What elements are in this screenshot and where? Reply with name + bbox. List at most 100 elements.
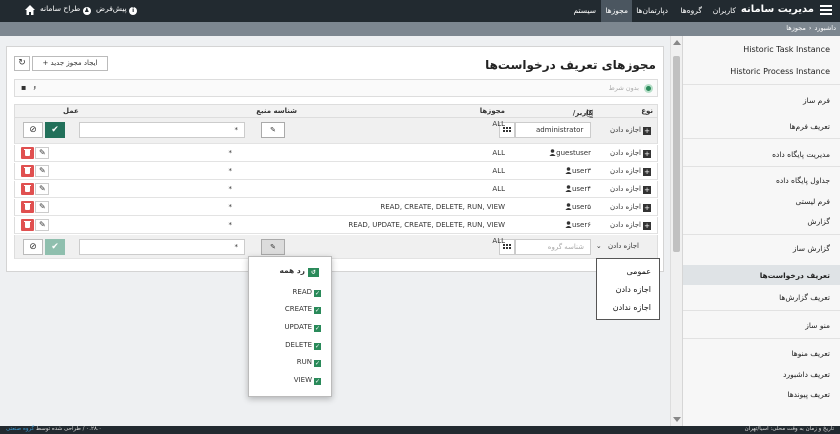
pencil-icon: ✎	[270, 126, 276, 134]
table-row: +اجازه دادن guestuser ALL * ✎	[14, 145, 658, 162]
sidebar-item-historic-task[interactable]: Historic Task Instance	[743, 45, 830, 54]
checkbox-checked-icon[interactable]: ✓	[314, 378, 321, 385]
row-type[interactable]: +اجازه دادن	[610, 126, 651, 135]
expand-icon[interactable]: +	[643, 222, 651, 230]
tab-system[interactable]: سیستم	[570, 0, 601, 22]
pencil-icon: ✎	[39, 184, 46, 193]
app-brand: مدیریت سامانه	[740, 4, 814, 15]
source-input[interactable]: *	[79, 122, 245, 138]
checkbox-checked-icon[interactable]: ✓	[314, 325, 321, 332]
permissions-dropdown: ↺رد همه READ ✓ CREATE ✓ UPDATE ✓ DELETE ✓ RU…	[248, 256, 332, 397]
sidebar-item-menus[interactable]: تعریف منوها	[792, 349, 830, 358]
reject-all-option[interactable]: ↺رد همه	[279, 266, 319, 277]
user-input[interactable]: administrator	[515, 122, 591, 138]
perm-option-read[interactable]: READ ✓	[293, 288, 321, 297]
checkbox-checked-icon[interactable]: ✓	[314, 360, 321, 367]
sidebar-item-report-definitions[interactable]: تعریف گزارش‌ها	[779, 293, 830, 302]
profile-menu[interactable]: i پیش‌فرض	[96, 4, 138, 15]
scroll-down-icon[interactable]	[673, 417, 681, 422]
filter-save[interactable]: ▪ ۶	[21, 83, 36, 92]
sidebar-item-db-manage[interactable]: مدیریت پایگاه داده	[772, 150, 830, 159]
sidebar-item-report-builder[interactable]: گزارش ساز	[793, 244, 830, 253]
expand-icon[interactable]: +	[643, 127, 651, 135]
save-icon: ▪	[21, 83, 27, 92]
row-delete-button[interactable]	[21, 219, 34, 231]
row-user: user۶	[563, 221, 591, 229]
source-input[interactable]: *	[79, 239, 245, 255]
expand-icon[interactable]: +	[643, 186, 651, 194]
row-delete-button[interactable]	[21, 165, 34, 177]
sidebar-scrollbar[interactable]	[670, 36, 682, 426]
perm-option-run[interactable]: RUN ✓	[297, 358, 321, 367]
row-edit-button[interactable]: ✎	[35, 165, 49, 177]
scroll-up-icon[interactable]	[673, 40, 681, 45]
tab-permissions[interactable]: مجوزها	[601, 0, 632, 22]
type-option-deny[interactable]: اجازه ندادن	[613, 303, 651, 312]
sidebar-item-list-form[interactable]: فرم لیستی	[795, 197, 830, 206]
refresh-button[interactable]: ↻	[14, 56, 30, 71]
group-id-input[interactable]: شناسه گروه	[515, 239, 591, 255]
confirm-button[interactable]: ✔	[45, 239, 65, 255]
sidebar-item-db-tables[interactable]: جداول پایگاه داده	[776, 176, 830, 185]
sidebar-divider	[683, 310, 840, 311]
row-edit-button[interactable]: ✎	[35, 183, 49, 195]
user-icon: ♟	[82, 7, 91, 15]
table-row: +اجازه دادن user۶ READ, UPDATE, CREATE, …	[14, 217, 658, 234]
pencil-icon: ✎	[39, 220, 46, 229]
filter-bar[interactable]: بدون شرط ▪ ۶	[14, 79, 658, 97]
sidebar-item-form-builder[interactable]: فرم ساز	[803, 96, 830, 105]
tab-departments[interactable]: دپارتمان‌ها	[632, 0, 672, 22]
cancel-button[interactable]: ⊘	[23, 239, 43, 255]
row-permissions: READ, CREATE, DELETE, RUN, VIEW	[380, 203, 505, 211]
new-permission-button[interactable]: ایجاد مجوز جدید +	[32, 56, 108, 71]
person-icon	[565, 185, 572, 192]
tab-users[interactable]: کاربران	[709, 0, 740, 22]
edit-permissions-button[interactable]: ✎	[261, 239, 285, 255]
breadcrumb-dashboard[interactable]: داشبورد	[815, 24, 837, 32]
perm-option-view[interactable]: VIEW ✓	[294, 376, 321, 385]
cancel-button[interactable]: ⊘	[23, 122, 43, 138]
type-select[interactable]: اجازه دادن ⌄	[596, 242, 639, 250]
filter-condition[interactable]: بدون شرط	[609, 84, 639, 92]
footer-timezone: تاریخ و زمان به وقت محلی: آسیا/تهران	[744, 426, 834, 432]
confirm-button[interactable]: ✔	[45, 122, 65, 138]
sidebar-item-menu-builder[interactable]: منو ساز	[805, 321, 830, 330]
sidebar: Historic Task Instance Historic Process …	[682, 36, 840, 426]
perm-option-delete[interactable]: DELETE ✓	[285, 341, 321, 350]
row-edit-button[interactable]: ✎	[35, 147, 49, 159]
sidebar-item-historic-process[interactable]: Historic Process Instance	[730, 67, 830, 76]
footer-company-link[interactable]: گروه صنعتی	[6, 426, 34, 432]
breadcrumb-bar: داشبورد‹مجوزها	[0, 22, 840, 36]
refresh-icon: ↻	[18, 58, 26, 68]
sidebar-item-links[interactable]: تعریف پیوندها	[787, 390, 830, 399]
sidebar-item-dashboards[interactable]: تعریف داشبورد	[783, 370, 830, 379]
row-edit-button[interactable]: ✎	[35, 201, 49, 213]
hamburger-menu-icon[interactable]	[820, 5, 832, 15]
checkbox-checked-icon[interactable]: ✓	[314, 307, 321, 314]
type-option-public[interactable]: عمومی	[627, 267, 651, 276]
tab-groups[interactable]: گروه‌ها	[676, 0, 706, 22]
perm-option-update[interactable]: UPDATE ✓	[284, 323, 321, 332]
profile-label: پیش‌فرض	[96, 4, 127, 13]
edit-permissions-button[interactable]: ✎	[261, 122, 285, 138]
expand-icon[interactable]: +	[643, 204, 651, 212]
filter-status-icon[interactable]	[644, 84, 653, 93]
sidebar-item-forms[interactable]: تعریف فرم‌ها	[789, 122, 830, 131]
cancel-icon: ⊘	[29, 242, 37, 252]
sidebar-item-report[interactable]: گزارش	[807, 217, 830, 226]
row-edit-button[interactable]: ✎	[35, 219, 49, 231]
perm-option-create[interactable]: CREATE ✓	[285, 305, 321, 314]
row-delete-button[interactable]	[21, 183, 34, 195]
sidebar-item-request-definitions[interactable]: تعریف درخواست‌ها	[760, 271, 830, 280]
col-type: نوع	[641, 107, 653, 115]
home-icon[interactable]	[24, 4, 36, 16]
scroll-thumb[interactable]	[673, 56, 680, 252]
checkbox-checked-icon[interactable]: ✓	[314, 343, 321, 350]
user-menu[interactable]: ♟ طراح سامانه	[40, 4, 91, 15]
row-delete-button[interactable]	[21, 147, 34, 159]
checkbox-checked-icon[interactable]: ✓	[314, 290, 321, 297]
type-option-allow[interactable]: اجازه دادن	[616, 285, 651, 294]
expand-icon[interactable]: +	[643, 168, 651, 176]
expand-icon[interactable]: +	[643, 150, 651, 158]
row-delete-button[interactable]	[21, 201, 34, 213]
